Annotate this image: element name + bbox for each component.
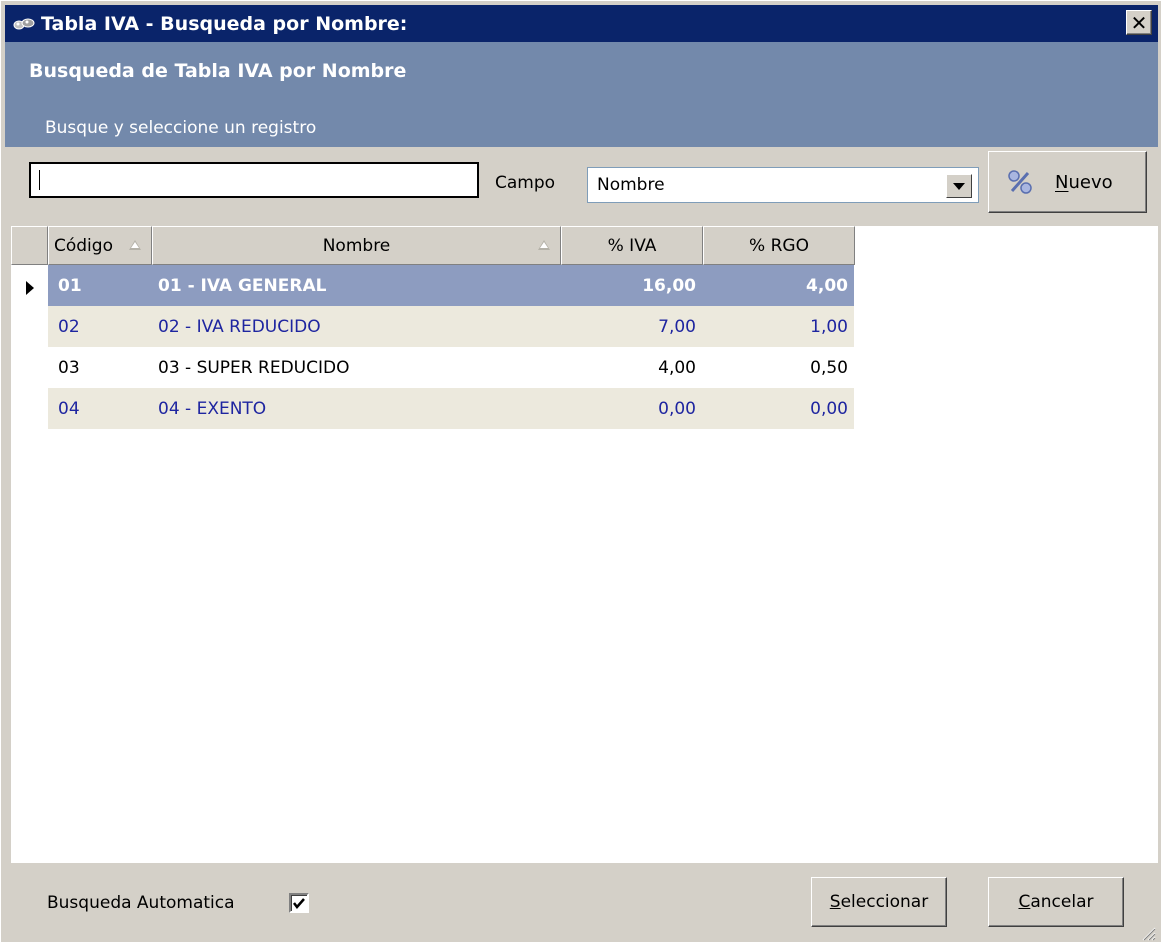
field-select-dropdown-button[interactable] <box>946 174 972 198</box>
close-button[interactable]: ✕ <box>1126 10 1152 35</box>
column-header-rgo-label: % RGO <box>749 235 809 256</box>
column-header-nombre[interactable]: Nombre <box>152 226 561 265</box>
select-button[interactable]: Seleccionar <box>811 877 947 927</box>
cell-iva: 7,00 <box>658 316 696 337</box>
cell-iva: 4,00 <box>658 357 696 378</box>
cell-nombre: 03 - SUPER REDUCIDO <box>158 357 350 378</box>
new-button-label: N <box>1055 172 1068 193</box>
sort-ascending-icon <box>538 240 550 250</box>
chevron-down-icon <box>953 182 965 190</box>
column-header-rgo[interactable]: % RGO <box>703 226 855 265</box>
cell-nombre: 02 - IVA REDUCIDO <box>158 316 321 337</box>
column-header-iva-label: % IVA <box>607 235 657 256</box>
cell-codigo: 02 <box>58 316 80 337</box>
column-header-iva[interactable]: % IVA <box>561 226 703 265</box>
cancel-button[interactable]: Cancelar <box>988 877 1124 927</box>
cell-codigo: 03 <box>58 357 80 378</box>
grid-header: Código Nombre % IVA % RGO <box>11 226 855 265</box>
dialog-window: Tabla IVA - Busqueda por Nombre: ✕ Busqu… <box>0 0 1161 942</box>
resize-grip-icon[interactable] <box>1140 925 1156 941</box>
table-row[interactable]: 01 01 - IVA GENERAL 16,00 4,00 <box>48 265 854 306</box>
cell-codigo: 04 <box>58 398 80 419</box>
grid-header-indicator <box>11 226 48 265</box>
column-header-nombre-label: Nombre <box>322 235 391 256</box>
title-bar: Tabla IVA - Busqueda por Nombre: ✕ <box>5 5 1158 42</box>
app-icon <box>13 16 35 32</box>
select-button-label-rest: eleccionar <box>840 892 929 912</box>
table-row[interactable]: 04 04 - EXENTO 0,00 0,00 <box>48 388 854 429</box>
cancel-button-accel: C <box>1018 892 1031 912</box>
cell-rgo: 1,00 <box>810 316 848 337</box>
field-select-value: Nombre <box>597 175 665 195</box>
cell-rgo: 4,00 <box>806 275 848 296</box>
cell-nombre: 01 - IVA GENERAL <box>158 275 327 296</box>
checkmark-icon <box>293 898 305 909</box>
footer-bar: Busqueda Automatica Seleccionar Cancelar <box>11 863 1158 942</box>
cell-rgo: 0,50 <box>810 357 848 378</box>
current-row-arrow-icon <box>26 281 34 295</box>
auto-search-label: Busqueda Automatica <box>47 893 235 913</box>
table-row[interactable]: 02 02 - IVA REDUCIDO 7,00 1,00 <box>48 306 854 347</box>
search-input[interactable] <box>29 162 479 198</box>
sort-ascending-icon <box>129 240 141 250</box>
table-row[interactable]: 03 03 - SUPER REDUCIDO 4,00 0,50 <box>48 347 854 388</box>
new-button-accel: N <box>1055 171 1069 193</box>
cancel-button-label-rest: ancelar <box>1030 892 1094 912</box>
select-button-accel: S <box>829 892 841 912</box>
cell-nombre: 04 - EXENTO <box>158 398 267 419</box>
header-title: Busqueda de Tabla IVA por Nombre <box>29 60 407 82</box>
header-subtitle: Busque y seleccione un registro <box>45 118 317 138</box>
row-indicator-column <box>11 265 48 425</box>
cell-rgo: 0,00 <box>810 398 848 419</box>
column-header-codigo-label: Código <box>54 235 113 256</box>
column-header-codigo[interactable]: Código <box>48 226 152 265</box>
new-button[interactable]: Nuevo <box>988 151 1147 213</box>
percent-icon <box>1007 169 1033 195</box>
new-button-label-rest: uevo <box>1068 171 1113 193</box>
text-caret <box>39 170 40 190</box>
header-band: Busqueda de Tabla IVA por Nombre Busque … <box>5 42 1158 147</box>
window-title: Tabla IVA - Busqueda por Nombre: <box>41 12 408 35</box>
auto-search-checkbox[interactable] <box>289 893 309 913</box>
field-select[interactable]: Nombre <box>587 167 979 203</box>
cell-iva: 16,00 <box>642 275 696 296</box>
results-grid[interactable]: Código Nombre % IVA % RGO 01 01 - IVA GE… <box>11 226 1158 863</box>
cell-iva: 0,00 <box>658 398 696 419</box>
field-label: Campo <box>495 173 556 193</box>
cell-codigo: 01 <box>58 275 82 296</box>
close-icon: ✕ <box>1130 10 1148 35</box>
